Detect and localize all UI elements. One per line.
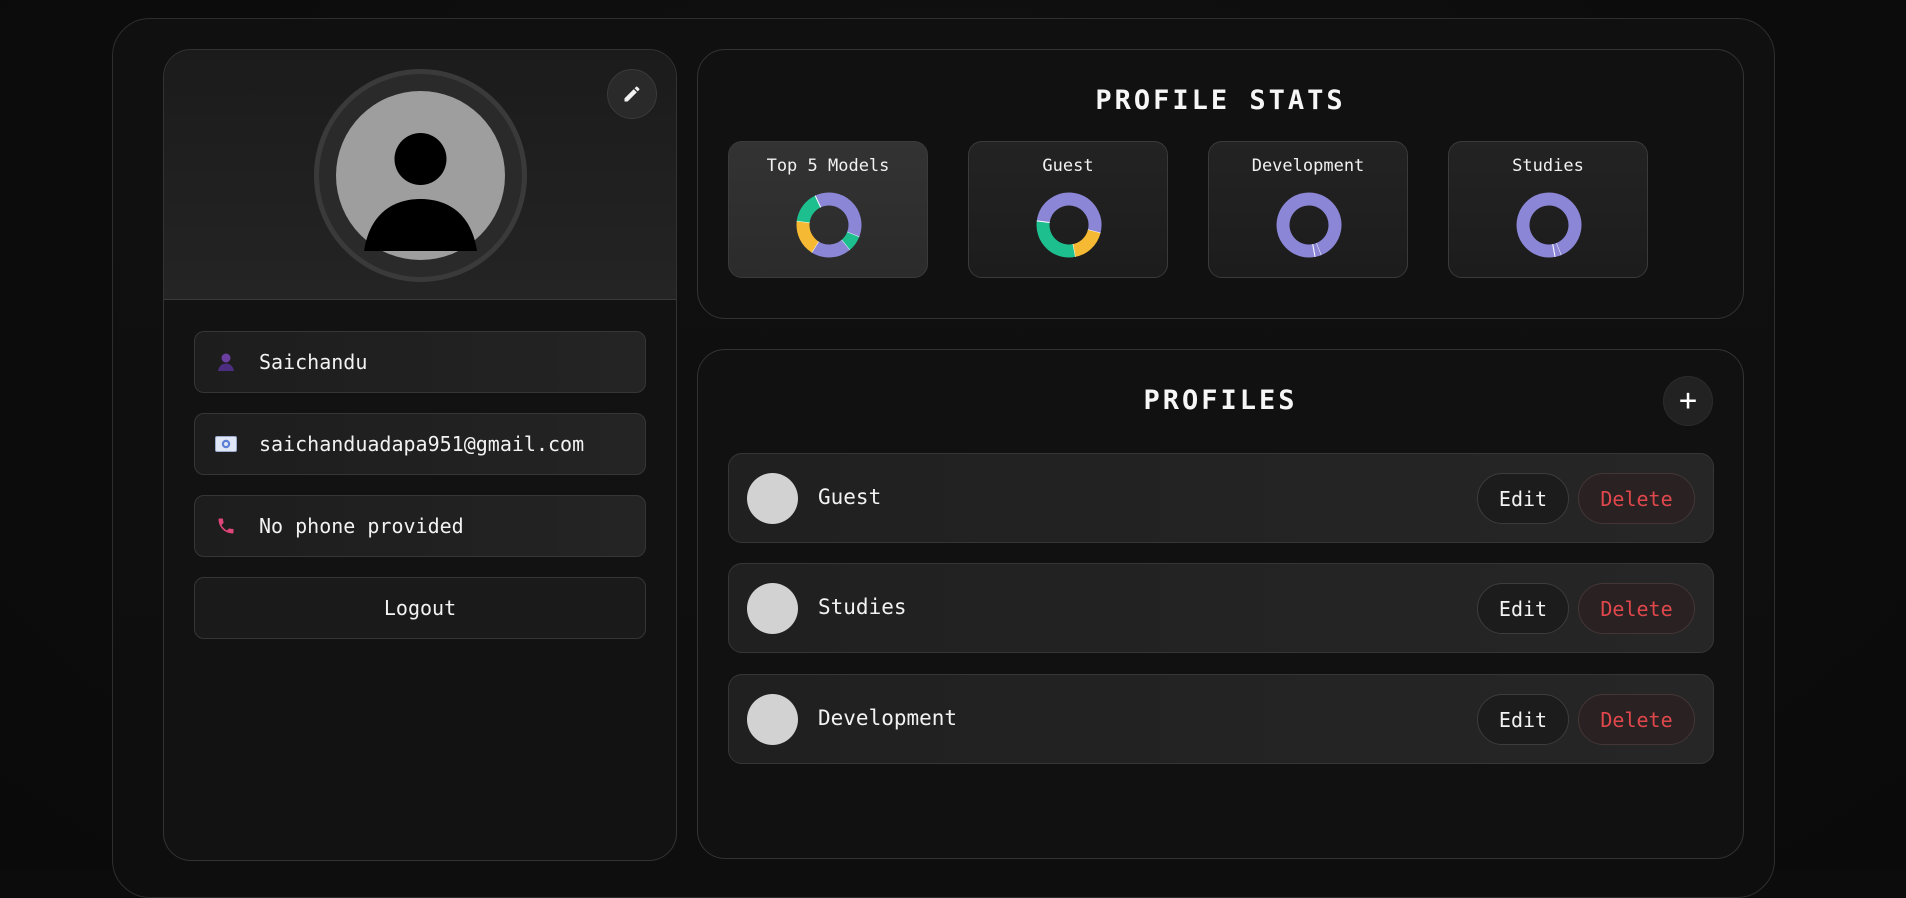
donut-segment [815, 192, 862, 237]
profile-name: Guest [818, 485, 882, 509]
phone-field: No phone provided [194, 495, 646, 557]
donut-chart [1276, 192, 1342, 258]
default-avatar-icon [336, 91, 505, 260]
user-name: Saichandu [259, 350, 368, 374]
profile-stats-card: PROFILE STATS Top 5 Models Guest Develop… [697, 49, 1744, 319]
donut-segment [811, 239, 850, 258]
profile-name: Development [818, 706, 958, 730]
donut-segment [841, 231, 860, 251]
profile-row-development[interactable]: Development Edit Delete [728, 674, 1714, 764]
donut-chart [1036, 192, 1102, 258]
donut-chart [796, 192, 862, 258]
user-card-header [164, 50, 676, 300]
user-phone: No phone provided [259, 514, 464, 538]
avatar [314, 69, 527, 282]
stat-tile-label: Guest [1042, 156, 1094, 176]
delete-profile-button[interactable]: Delete [1578, 583, 1695, 634]
id-card-icon [213, 433, 239, 455]
donut-segment [796, 195, 822, 223]
profile-row-studies[interactable]: Studies Edit Delete [728, 563, 1714, 653]
pencil-icon [624, 86, 640, 102]
edit-profile-button[interactable] [607, 69, 657, 119]
name-field: Saichandu [194, 331, 646, 393]
delete-profile-button[interactable]: Delete [1578, 694, 1695, 745]
profile-name: Studies [818, 595, 907, 619]
donut-segment [1036, 220, 1076, 258]
logout-button[interactable]: Logout [194, 577, 646, 639]
profile-avatar [747, 583, 798, 634]
delete-profile-button[interactable]: Delete [1578, 473, 1695, 524]
profile-avatar [747, 473, 798, 524]
stat-tile-label: Top 5 Models [766, 156, 890, 176]
add-profile-button[interactable]: + [1663, 376, 1713, 426]
stat-tile-studies[interactable]: Studies [1448, 141, 1648, 278]
donut-segment [1312, 243, 1321, 257]
email-field: saichanduadapa951@gmail.com [194, 413, 646, 475]
user-card: Saichandu saichanduadapa951@gmail.com No… [163, 49, 677, 861]
phone-icon [213, 515, 239, 537]
donut-segment [1276, 192, 1342, 258]
profile-avatar [747, 694, 798, 745]
edit-profile-button[interactable]: Edit [1477, 694, 1569, 745]
stat-tile-top-models[interactable]: Top 5 Models [728, 141, 928, 278]
user-icon [213, 351, 239, 373]
stat-tile-label: Studies [1512, 156, 1584, 176]
edit-profile-button[interactable]: Edit [1477, 583, 1569, 634]
profile-row-guest[interactable]: Guest Edit Delete [728, 453, 1714, 543]
stat-tile-guest[interactable]: Guest [968, 141, 1168, 278]
donut-segment [796, 220, 819, 253]
donut-segment [1552, 243, 1561, 257]
donut-segment [1516, 192, 1582, 258]
profiles-title: PROFILES [1143, 385, 1298, 416]
profile-stats-title: PROFILE STATS [1095, 85, 1346, 116]
stat-tile-label: Development [1251, 156, 1365, 176]
user-email: saichanduadapa951@gmail.com [259, 432, 585, 456]
donut-segment [1036, 192, 1102, 234]
profiles-card: PROFILES + Guest Edit Delete Studies Edi… [697, 349, 1744, 859]
edit-profile-button[interactable]: Edit [1477, 473, 1569, 524]
donut-segment [1072, 229, 1101, 257]
stat-tile-development[interactable]: Development [1208, 141, 1408, 278]
donut-chart [1516, 192, 1582, 258]
